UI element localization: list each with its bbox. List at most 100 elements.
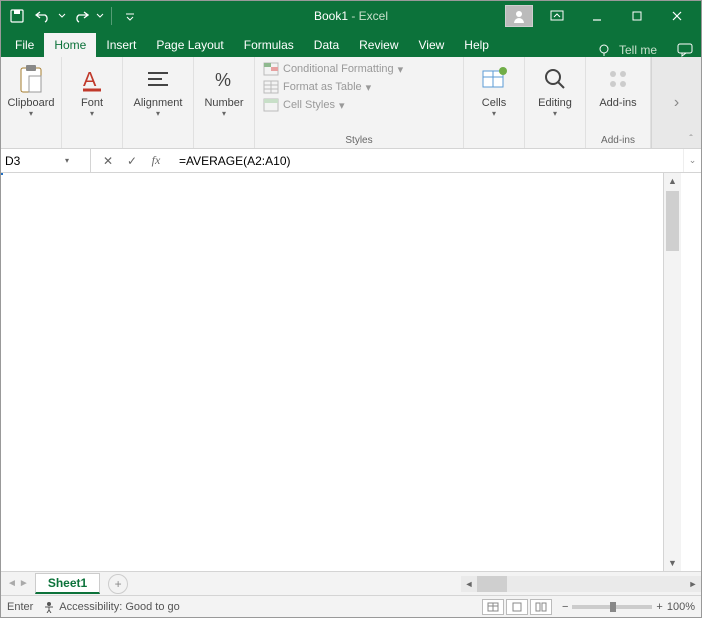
close-button[interactable] <box>657 1 697 31</box>
tab-file[interactable]: File <box>5 33 44 57</box>
page-break-view-button[interactable] <box>530 599 552 615</box>
status-mode: Enter <box>7 601 33 613</box>
redo-dropdown-icon[interactable] <box>95 4 105 28</box>
accessibility-icon <box>43 601 55 613</box>
tell-me-input[interactable]: Tell me <box>619 43 657 57</box>
scroll-right-icon[interactable]: ► <box>685 579 701 589</box>
minimize-button[interactable] <box>577 1 617 31</box>
vertical-scrollbar[interactable]: ▲ ▼ <box>663 173 681 571</box>
format-as-table-button[interactable]: Format as Table ▾ <box>261 79 457 95</box>
expand-formula-bar-icon[interactable]: ⌄ <box>683 149 701 172</box>
number-button[interactable]: % Number ▾ <box>200 61 248 120</box>
conditional-formatting-button[interactable]: Conditional Formatting ▾ <box>261 61 457 77</box>
enter-formula-button[interactable]: ✓ <box>121 151 143 171</box>
tellme-lightbulb-icon[interactable] <box>597 43 611 57</box>
find-icon <box>539 63 571 95</box>
svg-text:%: % <box>215 70 231 90</box>
cells-button[interactable]: Cells ▾ <box>470 61 518 120</box>
chevron-down-icon: ▾ <box>366 81 372 94</box>
font-icon: A <box>76 63 108 95</box>
qat-customize-icon[interactable] <box>118 4 142 28</box>
sheet-nav-next-icon[interactable]: ► <box>19 578 29 589</box>
tab-view[interactable]: View <box>409 33 455 57</box>
horizontal-scroll-thumb[interactable] <box>477 576 507 592</box>
paste-button[interactable]: Clipboard ▾ <box>7 61 55 120</box>
ribbon: Clipboard ▾ A Font ▾ Alignment ▾ <box>1 57 701 149</box>
workbook-name: Book1 <box>314 9 348 23</box>
sheet-nav: ◄ ► <box>1 578 35 589</box>
tab-review[interactable]: Review <box>349 33 408 57</box>
editing-button[interactable]: Editing ▾ <box>531 61 579 120</box>
alignment-button[interactable]: Alignment ▾ <box>129 61 187 120</box>
app-name: Excel <box>359 9 388 23</box>
maximize-button[interactable] <box>617 1 657 31</box>
chevron-down-icon: ▾ <box>492 109 496 118</box>
chevron-down-icon: ▾ <box>398 63 404 76</box>
chevron-down-icon: ▾ <box>29 109 33 118</box>
group-styles: Conditional Formatting ▾ Format as Table… <box>255 57 464 148</box>
group-cells: Cells ▾ <box>464 57 525 148</box>
alignment-icon <box>142 63 174 95</box>
sheet-tab-sheet1[interactable]: Sheet1 <box>35 573 100 594</box>
chevron-down-icon: ▾ <box>339 99 345 112</box>
normal-view-button[interactable] <box>482 599 504 615</box>
group-number: % Number ▾ <box>194 57 255 148</box>
svg-text:A: A <box>83 69 97 91</box>
ribbon-tabs: File Home Insert Page Layout Formulas Da… <box>1 31 701 57</box>
save-icon[interactable] <box>5 4 29 28</box>
page-layout-view-button[interactable] <box>506 599 528 615</box>
conditional-formatting-icon <box>263 62 279 76</box>
quick-access-toolbar <box>5 4 142 28</box>
insert-function-button[interactable]: fx <box>145 151 167 171</box>
font-button[interactable]: A Font ▾ <box>68 61 116 120</box>
cell-styles-button[interactable]: Cell Styles ▾ <box>261 97 457 113</box>
zoom-in-button[interactable]: + <box>656 601 662 613</box>
tab-formulas[interactable]: Formulas <box>234 33 304 57</box>
worksheet-grid[interactable] <box>1 173 663 571</box>
table-icon <box>263 80 279 94</box>
new-sheet-button[interactable]: + <box>108 574 128 594</box>
ribbon-display-options-icon[interactable] <box>537 1 577 31</box>
undo-icon[interactable] <box>31 4 55 28</box>
zoom-out-button[interactable]: − <box>562 601 568 613</box>
addins-group-label: Add-ins <box>601 135 635 146</box>
tab-home[interactable]: Home <box>44 33 96 57</box>
tab-page-layout[interactable]: Page Layout <box>146 33 233 57</box>
worksheet-area: ▲ ▼ <box>1 173 701 571</box>
formula-input[interactable] <box>173 149 683 172</box>
collapse-ribbon-icon[interactable]: ˆ <box>683 132 699 146</box>
tab-data[interactable]: Data <box>304 33 349 57</box>
comments-icon[interactable] <box>677 43 693 57</box>
group-addins: Add-ins Add-ins <box>586 57 651 148</box>
sheet-nav-prev-icon[interactable]: ◄ <box>7 578 17 589</box>
cancel-formula-button[interactable]: ✕ <box>97 151 119 171</box>
horizontal-scrollbar[interactable]: ◄ ► <box>461 576 701 592</box>
scroll-down-icon[interactable]: ▼ <box>664 555 681 571</box>
name-box-dropdown-icon[interactable]: ▾ <box>65 156 69 165</box>
name-box-input[interactable] <box>5 154 65 168</box>
vertical-scroll-thumb[interactable] <box>666 191 679 251</box>
tab-help[interactable]: Help <box>454 33 499 57</box>
addins-icon <box>602 63 634 95</box>
redo-icon[interactable] <box>69 4 93 28</box>
chevron-down-icon: ▾ <box>553 109 557 118</box>
name-box[interactable]: ▾ <box>1 149 91 172</box>
chevron-down-icon: ▾ <box>222 109 226 118</box>
zoom-controls: − + 100% <box>562 601 695 613</box>
status-bar: Enter Accessibility: Good to go − + 100% <box>1 595 701 617</box>
scroll-up-icon[interactable]: ▲ <box>664 173 681 189</box>
undo-dropdown-icon[interactable] <box>57 4 67 28</box>
group-alignment: Alignment ▾ <box>123 57 194 148</box>
zoom-slider[interactable] <box>572 605 652 609</box>
tab-insert[interactable]: Insert <box>96 33 146 57</box>
addins-button[interactable]: Add-ins <box>592 61 644 111</box>
group-clipboard: Clipboard ▾ <box>1 57 62 148</box>
group-editing: Editing ▾ <box>525 57 586 148</box>
styles-group-label: Styles <box>345 135 372 146</box>
accessibility-status[interactable]: Accessibility: Good to go <box>43 601 179 613</box>
account-avatar[interactable] <box>505 5 533 27</box>
chevron-down-icon: ▾ <box>156 109 160 118</box>
cells-icon <box>478 63 510 95</box>
zoom-level: 100% <box>667 601 695 613</box>
scroll-left-icon[interactable]: ◄ <box>461 579 477 589</box>
